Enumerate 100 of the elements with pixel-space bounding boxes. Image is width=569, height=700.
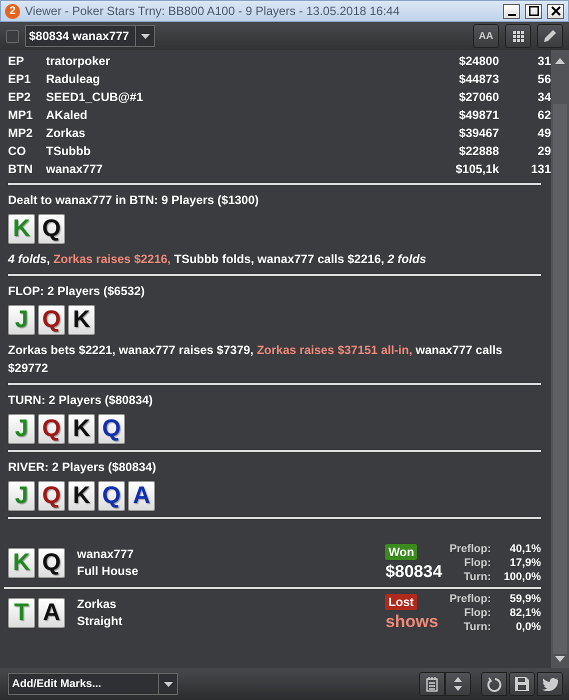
playing-card: Q	[38, 481, 65, 511]
notepad-icon	[426, 676, 438, 692]
caret-icon	[164, 682, 172, 686]
action-summary: Zorkas bets $2221, wanax777 raises $7379, Zorkas raises $37151 all-in, wanax777 calls $29772	[8, 342, 504, 377]
equity-value: 100,0%	[502, 570, 541, 584]
playing-card: K	[8, 548, 35, 578]
playing-card: K	[68, 481, 95, 511]
marks-dropdown[interactable]: Add/Edit Marks...	[8, 673, 178, 695]
player-name: TSubbb	[46, 144, 92, 158]
equity-value: 59,9%	[508, 592, 541, 606]
street-header: TURN: 2 Players ($80834)	[8, 393, 154, 407]
player-name: wanax777	[77, 546, 135, 563]
refresh-button[interactable]	[481, 672, 507, 696]
player-stack: $105,1k	[454, 162, 499, 176]
app-logo: 2	[5, 4, 20, 18]
sort-button[interactable]	[445, 672, 471, 696]
playing-card: T	[8, 598, 35, 628]
bird-icon	[542, 678, 558, 690]
pencil-icon	[542, 28, 558, 44]
playing-card: K	[8, 214, 35, 244]
checkbox[interactable]	[6, 30, 19, 42]
save-button[interactable]	[509, 672, 535, 696]
equity-value: 17,9%	[508, 556, 541, 570]
maximize-button[interactable]	[525, 4, 542, 18]
player-name: Zorkas	[77, 596, 118, 613]
font-size-button[interactable]: AA	[473, 24, 499, 48]
player-position: BTN	[8, 162, 34, 176]
playing-card: Q	[98, 414, 125, 444]
equity-value: 40,1%	[508, 542, 541, 556]
scroll-down-icon	[555, 656, 565, 662]
grid-button[interactable]	[505, 24, 531, 48]
result-tag: Won	[385, 544, 418, 560]
player-stack: $27060	[458, 90, 499, 104]
notes-button[interactable]	[419, 672, 445, 696]
table-cell-text: 62	[536, 108, 551, 122]
table-cell-text: 29	[536, 144, 551, 158]
player-stack: $39467	[458, 126, 499, 140]
table-cell-text: 131	[530, 162, 551, 176]
player-name: AKaled	[46, 108, 88, 122]
street-header: FLOP: 2 Players ($6532)	[8, 284, 146, 298]
street-header: Dealt to wanax777 in BTN: 9 Players ($1300)	[8, 193, 260, 207]
playing-card: Q	[38, 414, 65, 444]
player-name: wanax777	[46, 162, 104, 176]
player-position: CO	[8, 144, 27, 158]
playing-card: Q	[38, 548, 65, 578]
player-name: Raduleag	[46, 72, 102, 86]
share-button[interactable]	[537, 672, 563, 696]
equity-label: Flop:	[463, 606, 491, 620]
playing-card: J	[8, 305, 35, 335]
street-header: RIVER: 2 Players ($80834)	[8, 460, 158, 474]
refresh-icon	[486, 676, 502, 692]
result-tag: Lost	[385, 594, 417, 610]
action-summary: 4 folds, Zorkas raises $2216, TSubbb folds, wanax777 calls $2216, 2 folds	[8, 251, 428, 268]
player-stack: $49871	[458, 108, 499, 122]
playing-card: Q	[98, 481, 125, 511]
maximize-icon	[528, 6, 538, 16]
player-stack: $22888	[458, 144, 499, 158]
minimize-button[interactable]	[503, 4, 520, 18]
equity-label: Preflop:	[449, 592, 491, 606]
hand-rank: Full House	[77, 563, 140, 580]
save-icon	[515, 677, 529, 691]
minimize-icon	[508, 14, 516, 16]
window-title: Viewer - Poker Stars Trny: BB800 A100 - 9 Players - 13.05.2018 16:44	[25, 4, 401, 18]
playing-card: K	[68, 305, 95, 335]
playing-card: K	[68, 414, 95, 444]
edit-button[interactable]	[537, 24, 563, 48]
equity-label: Flop:	[463, 556, 491, 570]
player-name: SEED1_CUB@#1	[46, 90, 144, 104]
playing-card: A	[128, 481, 155, 511]
player-position: EP1	[8, 72, 32, 86]
player-stack: $24800	[458, 54, 499, 68]
equity-label: Turn:	[462, 620, 491, 634]
hand-dropdown[interactable]: $80834 wanax777	[25, 25, 156, 47]
player-position: MP1	[8, 108, 34, 122]
playing-card: A	[38, 598, 65, 628]
grid-icon	[512, 30, 524, 42]
player-position: EP2	[8, 90, 32, 104]
player-position: EP	[8, 54, 26, 68]
playing-card: Q	[38, 305, 65, 335]
hand-rank: Straight	[77, 613, 124, 630]
player-name: tratorpoker	[46, 54, 112, 68]
playing-card: J	[8, 481, 35, 511]
player-stack: $44873	[458, 72, 499, 86]
equity-value: 82,1%	[508, 606, 541, 620]
scroll-up-icon	[555, 58, 565, 64]
equity-label: Turn:	[462, 570, 491, 584]
result-amount: $80834	[385, 562, 442, 582]
playing-card: J	[8, 414, 35, 444]
player-position: MP2	[8, 126, 34, 140]
up-down-icon	[454, 677, 462, 691]
playing-card: Q	[38, 214, 65, 244]
table-cell-text: 56	[536, 72, 551, 86]
caret-icon	[140, 34, 150, 38]
close-button[interactable]	[547, 4, 564, 18]
result-amount: shows	[385, 612, 438, 632]
table-cell-text: 31	[536, 54, 551, 68]
table-cell-text: 34	[536, 90, 551, 104]
close-icon	[550, 6, 560, 16]
equity-label: Preflop:	[449, 542, 491, 556]
player-name: Zorkas	[46, 126, 86, 140]
